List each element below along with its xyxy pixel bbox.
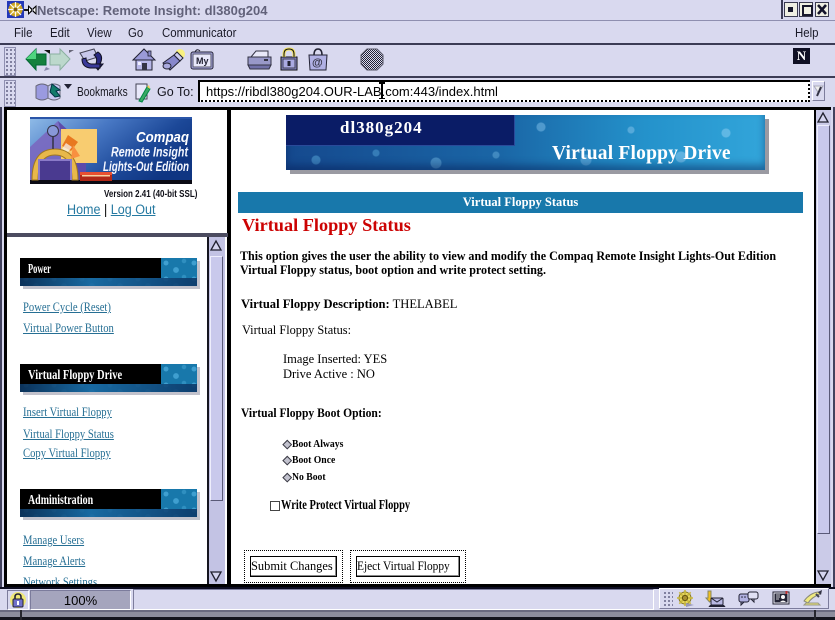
svg-text:@: @ <box>312 57 323 69</box>
svg-text:My: My <box>196 56 209 66</box>
svg-text:Remote Insight: Remote Insight <box>111 145 188 160</box>
svg-text:Compaq: Compaq <box>136 129 189 146</box>
svg-text:Lights-Out Edition: Lights-Out Edition <box>103 159 189 174</box>
